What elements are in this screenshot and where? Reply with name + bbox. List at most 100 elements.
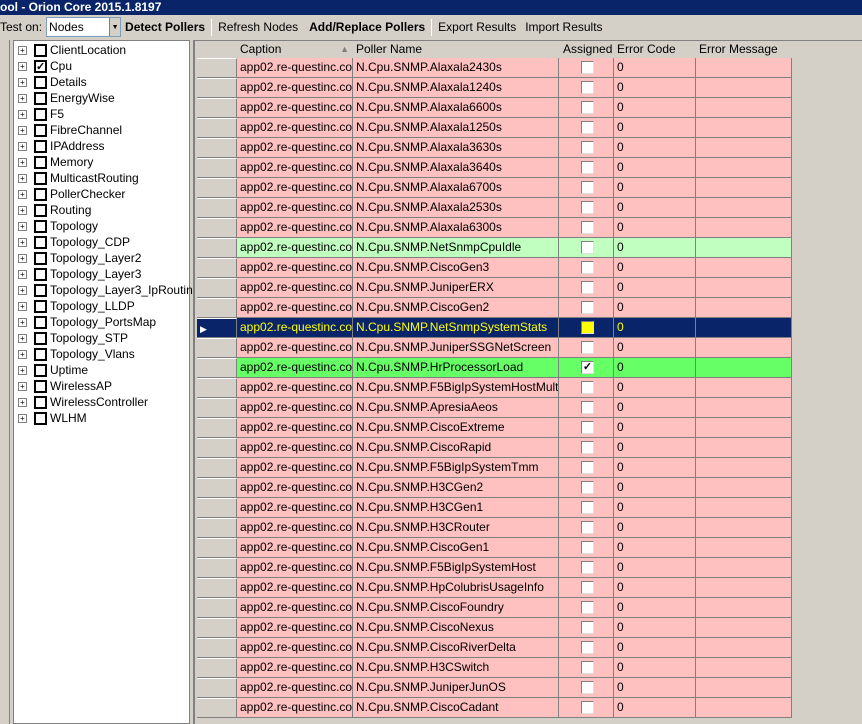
tree-node[interactable]: + Topology_Vlans	[18, 346, 135, 362]
tree-node[interactable]: + FibreChannel	[18, 122, 122, 138]
assigned-checkbox[interactable]: ✓	[581, 361, 594, 374]
expand-icon[interactable]: +	[18, 333, 27, 343]
assigned-checkbox[interactable]	[581, 581, 594, 594]
assigned-checkbox[interactable]	[581, 141, 594, 154]
assigned-checkbox[interactable]	[581, 541, 594, 554]
table-row[interactable]: app02.re-questinc.com N.Cpu.SNMP.CiscoFou…	[197, 598, 792, 618]
poller-tree[interactable]: + ClientLocation + ✓ Cpu + Details + EnergyWise +…	[13, 40, 199, 724]
assigned-checkbox[interactable]	[581, 241, 594, 254]
table-row[interactable]: app02.re-questinc.com N.Cpu.SNMP.Alaxala6…	[197, 218, 792, 238]
tree-node[interactable]: + ✓ Cpu	[18, 58, 72, 74]
table-row[interactable]: app02.re-questinc.com N.Cpu.SNMP.F5BigIpS…	[197, 558, 792, 578]
checkbox[interactable]	[34, 251, 47, 265]
detect-pollers-button[interactable]: Detect Pollers	[125, 20, 205, 34]
table-row[interactable]: app02.re-questinc.com N.Cpu.SNMP.H3CGen1 0	[197, 498, 792, 518]
checkbox[interactable]	[34, 267, 47, 281]
assigned-checkbox[interactable]	[581, 701, 594, 714]
assigned-checkbox[interactable]	[581, 81, 594, 94]
export-results-button[interactable]: Export Results	[438, 20, 516, 34]
table-row[interactable]: app02.re-questinc.com N.Cpu.SNMP.HpColubr…	[197, 578, 792, 598]
checkbox[interactable]	[34, 155, 47, 169]
tree-node[interactable]: + Topology_STP	[18, 330, 128, 346]
expand-icon[interactable]: +	[18, 285, 27, 295]
table-row[interactable]: app02.re-questinc.com N.Cpu.SNMP.NetSnmpC…	[197, 238, 792, 258]
table-row[interactable]: app02.re-questinc.com N.Cpu.SNMP.Alaxala1…	[197, 118, 792, 138]
column-header-error-code[interactable]: Error Code	[614, 41, 676, 58]
tree-node[interactable]: + Routing	[18, 202, 91, 218]
table-row[interactable]: app02.re-questinc.com N.Cpu.SNMP.HrProces…	[197, 358, 792, 378]
assigned-checkbox[interactable]	[581, 421, 594, 434]
checkbox[interactable]	[34, 347, 47, 361]
add-replace-pollers-button[interactable]: Add/Replace Pollers	[309, 20, 425, 34]
checkbox[interactable]	[34, 219, 47, 233]
tree-node[interactable]: + WirelessAP	[18, 378, 112, 394]
assigned-checkbox[interactable]	[581, 181, 594, 194]
expand-icon[interactable]: +	[18, 381, 27, 391]
checkbox[interactable]	[34, 379, 47, 393]
table-row[interactable]: app02.re-questinc.com N.Cpu.SNMP.CiscoGen…	[197, 538, 792, 558]
expand-icon[interactable]: +	[18, 317, 27, 327]
table-row[interactable]: app02.re-questinc.com N.Cpu.SNMP.JuniperJ…	[197, 678, 792, 698]
tree-node[interactable]: + ClientLocation	[18, 42, 126, 58]
expand-icon[interactable]: +	[18, 269, 27, 279]
assigned-checkbox[interactable]	[581, 61, 594, 74]
tree-node[interactable]: + PollerChecker	[18, 186, 125, 202]
checkbox[interactable]	[34, 187, 47, 201]
table-row[interactable]: app02.re-questinc.com N.Cpu.SNMP.ApresiaA…	[197, 398, 792, 418]
refresh-nodes-button[interactable]: Refresh Nodes	[218, 20, 298, 34]
tree-node[interactable]: + WirelessController	[18, 394, 148, 410]
expand-icon[interactable]: +	[18, 205, 27, 215]
assigned-checkbox[interactable]	[581, 461, 594, 474]
assigned-checkbox[interactable]	[581, 601, 594, 614]
expand-icon[interactable]: +	[18, 45, 27, 55]
assigned-checkbox[interactable]	[581, 561, 594, 574]
assigned-checkbox[interactable]	[581, 401, 594, 414]
column-header-caption[interactable]: Caption ▲	[237, 41, 353, 58]
tree-node[interactable]: + Memory	[18, 154, 93, 170]
expand-icon[interactable]: +	[18, 77, 27, 87]
table-row[interactable]: app02.re-questinc.com N.Cpu.SNMP.CiscoNex…	[197, 618, 792, 638]
checkbox[interactable]	[34, 395, 47, 409]
table-row[interactable]: app02.re-questinc.com N.Cpu.SNMP.Alaxala3…	[197, 158, 792, 178]
assigned-checkbox[interactable]	[581, 261, 594, 274]
assigned-checkbox[interactable]	[581, 321, 594, 334]
tree-node[interactable]: + Topology_CDP	[18, 234, 130, 250]
checkbox[interactable]	[34, 75, 47, 89]
table-row[interactable]: app02.re-questinc.com N.Cpu.SNMP.JuniperE…	[197, 278, 792, 298]
tree-node[interactable]: + Topology_Layer3	[18, 266, 141, 282]
checkbox[interactable]	[34, 91, 47, 105]
table-row[interactable]: app02.re-questinc.com N.Cpu.SNMP.H3CGen2 0	[197, 478, 792, 498]
tree-node[interactable]: + Topology_Layer2	[18, 250, 141, 266]
test-on-select[interactable]: Nodes ▼	[46, 17, 122, 37]
expand-icon[interactable]: +	[18, 221, 27, 231]
tree-node[interactable]: + Details	[18, 74, 87, 90]
table-row[interactable]: app02.re-questinc.com N.Cpu.SNMP.Alaxala6…	[197, 178, 792, 198]
checkbox[interactable]	[34, 363, 47, 377]
assigned-checkbox[interactable]	[581, 341, 594, 354]
tree-node[interactable]: + IPAddress	[18, 138, 104, 154]
expand-icon[interactable]: +	[18, 141, 27, 151]
expand-icon[interactable]: +	[18, 237, 27, 247]
table-row[interactable]: ▶ app02.re-questinc.com N.Cpu.SNMP.NetSnmp…	[197, 318, 792, 338]
table-row[interactable]: app02.re-questinc.com N.Cpu.SNMP.F5BigIpS…	[197, 378, 792, 398]
table-row[interactable]: app02.re-questinc.com N.Cpu.SNMP.CiscoGen…	[197, 298, 792, 318]
checkbox[interactable]	[34, 43, 47, 57]
assigned-checkbox[interactable]	[581, 501, 594, 514]
checkbox[interactable]	[34, 139, 47, 153]
tree-node[interactable]: + Topology_LLDP	[18, 298, 135, 314]
assigned-checkbox[interactable]	[581, 301, 594, 314]
import-results-button[interactable]: Import Results	[525, 20, 602, 34]
expand-icon[interactable]: +	[18, 413, 27, 423]
tree-node[interactable]: + Uptime	[18, 362, 88, 378]
checkbox[interactable]	[34, 203, 47, 217]
assigned-checkbox[interactable]	[581, 681, 594, 694]
expand-icon[interactable]: +	[18, 61, 27, 71]
tree-node[interactable]: + MulticastRouting	[18, 170, 139, 186]
checkbox[interactable]	[34, 283, 47, 297]
expand-icon[interactable]: +	[18, 253, 27, 263]
table-row[interactable]: app02.re-questinc.com N.Cpu.SNMP.CiscoCad…	[197, 698, 792, 718]
assigned-checkbox[interactable]	[581, 521, 594, 534]
expand-icon[interactable]: +	[18, 397, 27, 407]
column-header-error-message[interactable]: Error Message	[696, 41, 778, 58]
table-row[interactable]: app02.re-questinc.com N.Cpu.SNMP.CiscoExt…	[197, 418, 792, 438]
